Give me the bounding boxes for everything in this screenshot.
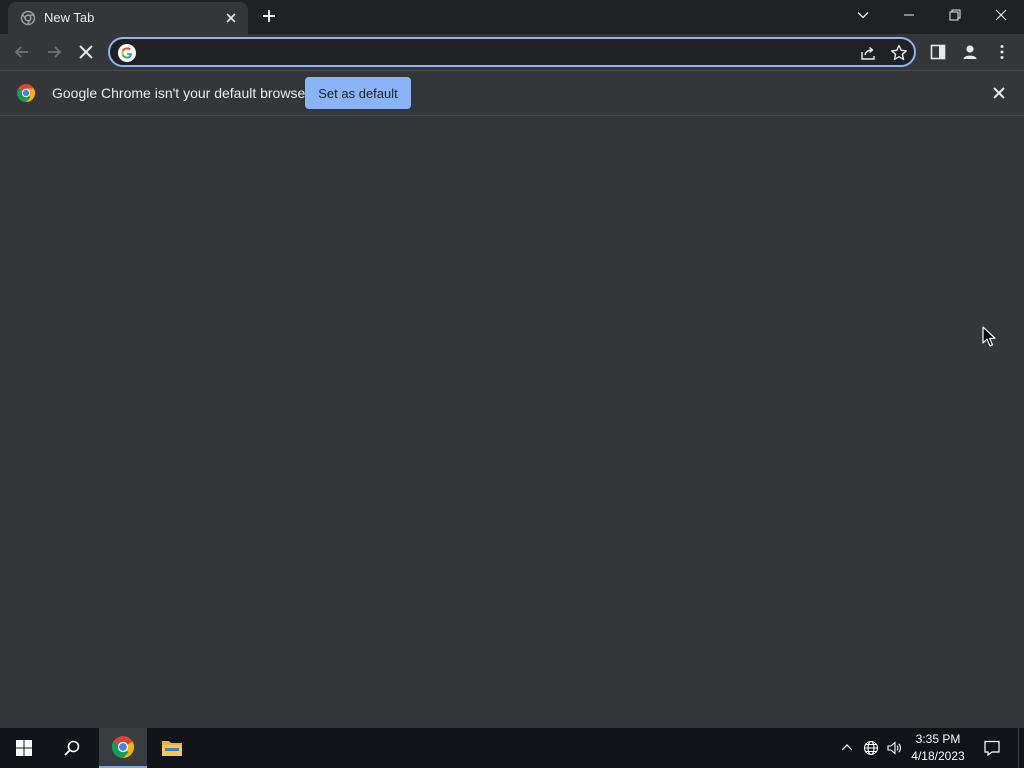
volume-icon xyxy=(887,741,901,755)
toolbar xyxy=(0,34,1024,70)
profile-button[interactable] xyxy=(956,38,984,66)
mouse-pointer-icon xyxy=(982,326,996,347)
taskbar-chrome-button[interactable] xyxy=(99,728,147,768)
back-button[interactable] xyxy=(8,38,36,66)
tab-title: New Tab xyxy=(44,10,95,25)
taskbar-search-button[interactable] xyxy=(48,728,96,768)
infobar-close-icon[interactable] xyxy=(990,84,1008,102)
clock-date: 4/18/2023 xyxy=(911,749,965,763)
chrome-menu-button[interactable] xyxy=(988,38,1016,66)
chrome-taskbar-icon xyxy=(112,736,134,758)
kebab-menu-icon xyxy=(1000,45,1004,59)
forward-button[interactable] xyxy=(40,38,68,66)
infobar-message: Google Chrome isn't your default browser xyxy=(52,85,310,101)
tab-new-tab[interactable]: New Tab xyxy=(8,2,248,34)
restore-icon xyxy=(949,9,961,21)
omnibox[interactable] xyxy=(108,37,916,67)
notification-icon xyxy=(984,740,1000,757)
google-g-icon xyxy=(118,44,136,62)
tray-network-button[interactable] xyxy=(860,728,882,768)
tab-close-icon[interactable] xyxy=(223,10,239,26)
screen: New Tab Google Chrome isn't your default… xyxy=(0,0,1024,768)
profile-avatar-icon xyxy=(963,45,977,59)
chrome-logo-icon xyxy=(17,84,35,102)
tray-show-hidden-button[interactable] xyxy=(836,728,858,768)
minimize-button[interactable] xyxy=(886,0,932,30)
windows-logo-icon xyxy=(16,740,32,756)
new-tab-plus-icon[interactable] xyxy=(259,6,279,26)
close-icon xyxy=(995,9,1007,21)
restore-button[interactable] xyxy=(932,0,978,30)
chevron-up-icon xyxy=(841,744,853,751)
clock-time: 3:35 PM xyxy=(915,732,961,746)
taskbar: 3:35 PM 4/18/2023 xyxy=(0,728,1024,768)
folder-icon xyxy=(162,741,182,756)
tab-search-button[interactable] xyxy=(840,0,886,30)
show-desktop-button[interactable] xyxy=(1018,728,1024,768)
set-as-default-button[interactable]: Set as default xyxy=(305,77,411,109)
minimize-icon xyxy=(904,14,914,16)
start-button[interactable] xyxy=(0,728,48,768)
bookmark-star-icon[interactable] xyxy=(889,43,909,63)
stop-loading-button[interactable] xyxy=(72,38,100,66)
taskbar-file-explorer-button[interactable] xyxy=(148,728,196,768)
stop-icon xyxy=(79,45,93,59)
back-arrow-icon xyxy=(14,46,28,58)
action-center-button[interactable] xyxy=(976,728,1008,768)
close-window-button[interactable] xyxy=(978,0,1024,30)
forward-arrow-icon xyxy=(48,46,62,58)
tray-volume-button[interactable] xyxy=(883,728,905,768)
share-icon[interactable] xyxy=(858,43,878,63)
globe-network-icon xyxy=(863,740,879,756)
page-content xyxy=(0,116,1024,728)
side-panel-icon xyxy=(930,44,946,60)
side-panel-button[interactable] xyxy=(924,38,952,66)
search-icon xyxy=(64,740,80,756)
taskbar-clock[interactable]: 3:35 PM 4/18/2023 xyxy=(906,731,970,765)
tab-search-icon xyxy=(857,12,869,19)
chrome-loading-icon xyxy=(20,10,36,26)
default-browser-infobar: Google Chrome isn't your default browser… xyxy=(0,70,1024,116)
tab-strip: New Tab xyxy=(0,0,1024,34)
omnibox-input[interactable] xyxy=(144,42,844,62)
